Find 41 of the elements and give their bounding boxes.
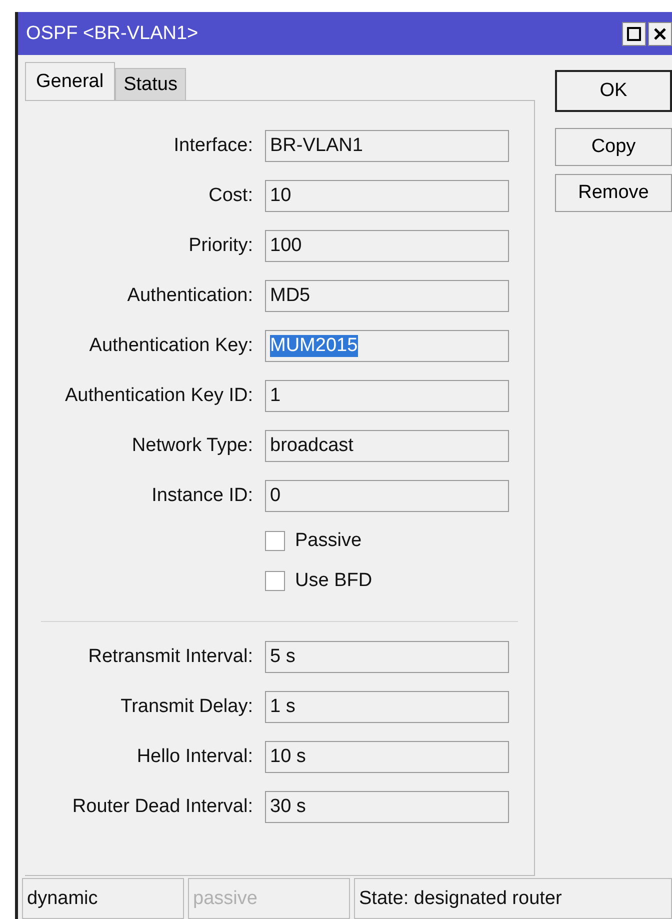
dialog-button[interactable]: Copy: [555, 128, 672, 166]
checkbox-label: Passive: [295, 530, 362, 552]
tab[interactable]: General: [25, 62, 115, 100]
input-field[interactable]: 30 s: [265, 791, 509, 823]
tab[interactable]: Status: [114, 68, 186, 100]
field-label: Network Type:: [130, 435, 253, 457]
field-label: Authentication Key:: [88, 335, 253, 357]
field-label: Interface:: [172, 135, 253, 157]
field-label: Priority:: [188, 235, 253, 257]
input-field[interactable]: 10: [265, 180, 509, 212]
input-field[interactable]: MD5: [265, 280, 509, 312]
field-label: Authentication Key ID:: [64, 385, 253, 407]
status-field: dynamic: [22, 878, 184, 919]
status-field: State: designated router: [354, 878, 672, 919]
maximize-button[interactable]: [622, 22, 646, 46]
field-label: Authentication:: [126, 285, 253, 307]
input-field[interactable]: 0: [265, 480, 509, 512]
status-field: passive: [188, 878, 350, 919]
close-icon: [652, 26, 668, 42]
input-field[interactable]: 10 s: [265, 741, 509, 773]
input-field[interactable]: BR-VLAN1: [265, 130, 509, 162]
close-button[interactable]: [648, 22, 672, 46]
checkbox[interactable]: [265, 571, 285, 591]
maximize-icon: [626, 26, 642, 42]
input-field[interactable]: broadcast: [265, 430, 509, 462]
input-field[interactable]: MUM2015: [265, 330, 509, 362]
checkbox[interactable]: [265, 531, 285, 551]
field-label: Instance ID:: [150, 485, 253, 507]
field-label: Retransmit Interval:: [87, 646, 253, 668]
field-label: Transmit Delay:: [120, 696, 253, 718]
input-field[interactable]: 5 s: [265, 641, 509, 673]
field-label: Cost:: [208, 185, 253, 207]
dialog-button[interactable]: Remove: [555, 174, 672, 212]
field-label: Hello Interval:: [136, 746, 253, 768]
checkbox-label: Use BFD: [295, 570, 372, 592]
field-label: Router Dead Interval:: [71, 796, 253, 818]
input-field[interactable]: 100: [265, 230, 509, 262]
window-title: OSPF <BR-VLAN1>: [26, 22, 198, 44]
dialog-button[interactable]: OK: [555, 70, 672, 112]
input-field[interactable]: 1: [265, 380, 509, 412]
input-field[interactable]: 1 s: [265, 691, 509, 723]
